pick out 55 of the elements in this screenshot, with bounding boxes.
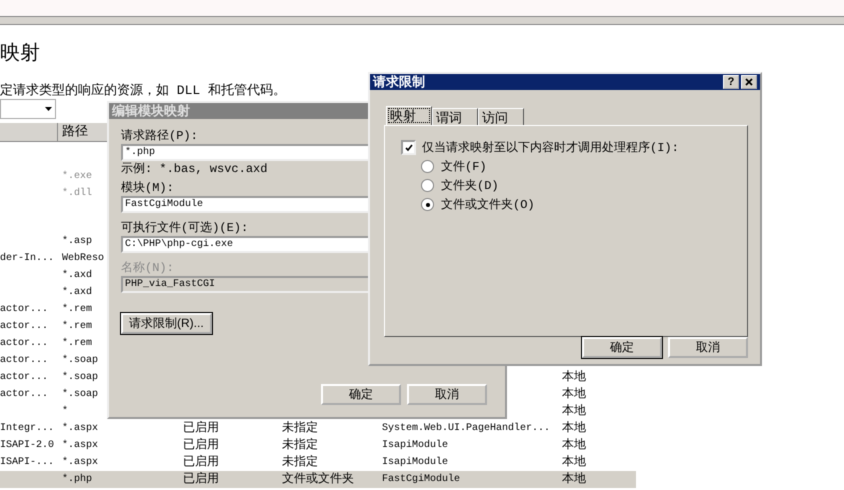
- table-cell-text: *.aspx: [62, 438, 98, 453]
- table-cell-text: *.aspx: [62, 456, 98, 470]
- table-cell-text: actor...: [0, 371, 48, 385]
- dialog-title: 编辑模块映射: [112, 102, 190, 120]
- table-cell-text: ISAPI-...: [0, 456, 54, 470]
- table-cell-text: *.soap: [62, 370, 98, 385]
- table-cell: 未指定: [282, 454, 318, 471]
- table-cell-text: *.rem: [62, 302, 92, 317]
- table-cell-text: *.axd: [62, 286, 92, 300]
- table-cell-text: der-In...: [0, 252, 54, 266]
- table-cell-text: *.axd: [62, 268, 92, 283]
- table-cell-text: FastCgiModule: [382, 472, 460, 487]
- table-cell-text: *.aspx: [62, 422, 98, 436]
- table-cell: 未指定: [282, 437, 318, 454]
- table-cell-text: IsapiModule: [382, 456, 448, 470]
- page-title: 映射: [0, 39, 41, 66]
- table-cell-text: Integr...: [0, 422, 54, 436]
- table-cell-text: *.soap: [62, 354, 98, 368]
- table-cell-text: *.rem: [62, 320, 92, 334]
- table-cell: 已启用: [183, 420, 219, 437]
- table-cell: 本地: [562, 369, 586, 386]
- table-cell: 本地: [562, 420, 586, 437]
- table-cell-text: *.rem: [62, 336, 92, 351]
- table-cell-text: ISAPI-2.0: [0, 439, 54, 453]
- field-label: 名称(N):: [121, 260, 174, 276]
- field-label: 模块(M):: [121, 180, 174, 196]
- table-cell-text: *.asp: [62, 234, 92, 249]
- table-cell-text: actor...: [0, 320, 48, 334]
- table-cell-text: actor...: [0, 354, 48, 368]
- table-cell: 本地: [562, 403, 586, 420]
- table-cell-text: IsapiModule: [382, 438, 448, 453]
- field-hint: 示例: *.bas, wsvc.axd: [121, 161, 268, 177]
- table-cell-text: actor...: [0, 337, 48, 351]
- table-cell-text: actor...: [0, 303, 48, 317]
- field-label: 请求路径(P):: [121, 128, 198, 144]
- table-cell-text: *.dll: [62, 186, 92, 201]
- table-cell-text: *.soap: [62, 388, 98, 402]
- table-cell-text: System.Web.UI.PageHandler...: [382, 422, 550, 436]
- table-cell-text: *.exe: [62, 170, 92, 184]
- table-cell: 文件或文件夹: [282, 471, 354, 488]
- table-cell-text: actor...: [0, 388, 48, 402]
- table-cell: 已启用: [183, 454, 219, 471]
- table-cell-text: *: [62, 404, 68, 419]
- field-label: 可执行文件(可选)(E):: [121, 220, 248, 236]
- table-cell: 已启用: [183, 471, 219, 488]
- table-cell: 本地: [562, 386, 586, 403]
- page-description: 定请求类型的响应的资源，如 DLL 和托管代码。: [0, 82, 286, 99]
- table-cell-text: WebReso: [62, 252, 104, 266]
- dialog-title: 请求限制: [373, 74, 425, 91]
- table-cell: 本地: [562, 437, 586, 454]
- table-cell: 本地: [562, 454, 586, 471]
- table-cell: 本地: [562, 471, 586, 488]
- table-cell-text: *.php: [62, 472, 92, 487]
- table-cell: 未指定: [282, 420, 318, 437]
- table-cell: 已启用: [183, 437, 219, 454]
